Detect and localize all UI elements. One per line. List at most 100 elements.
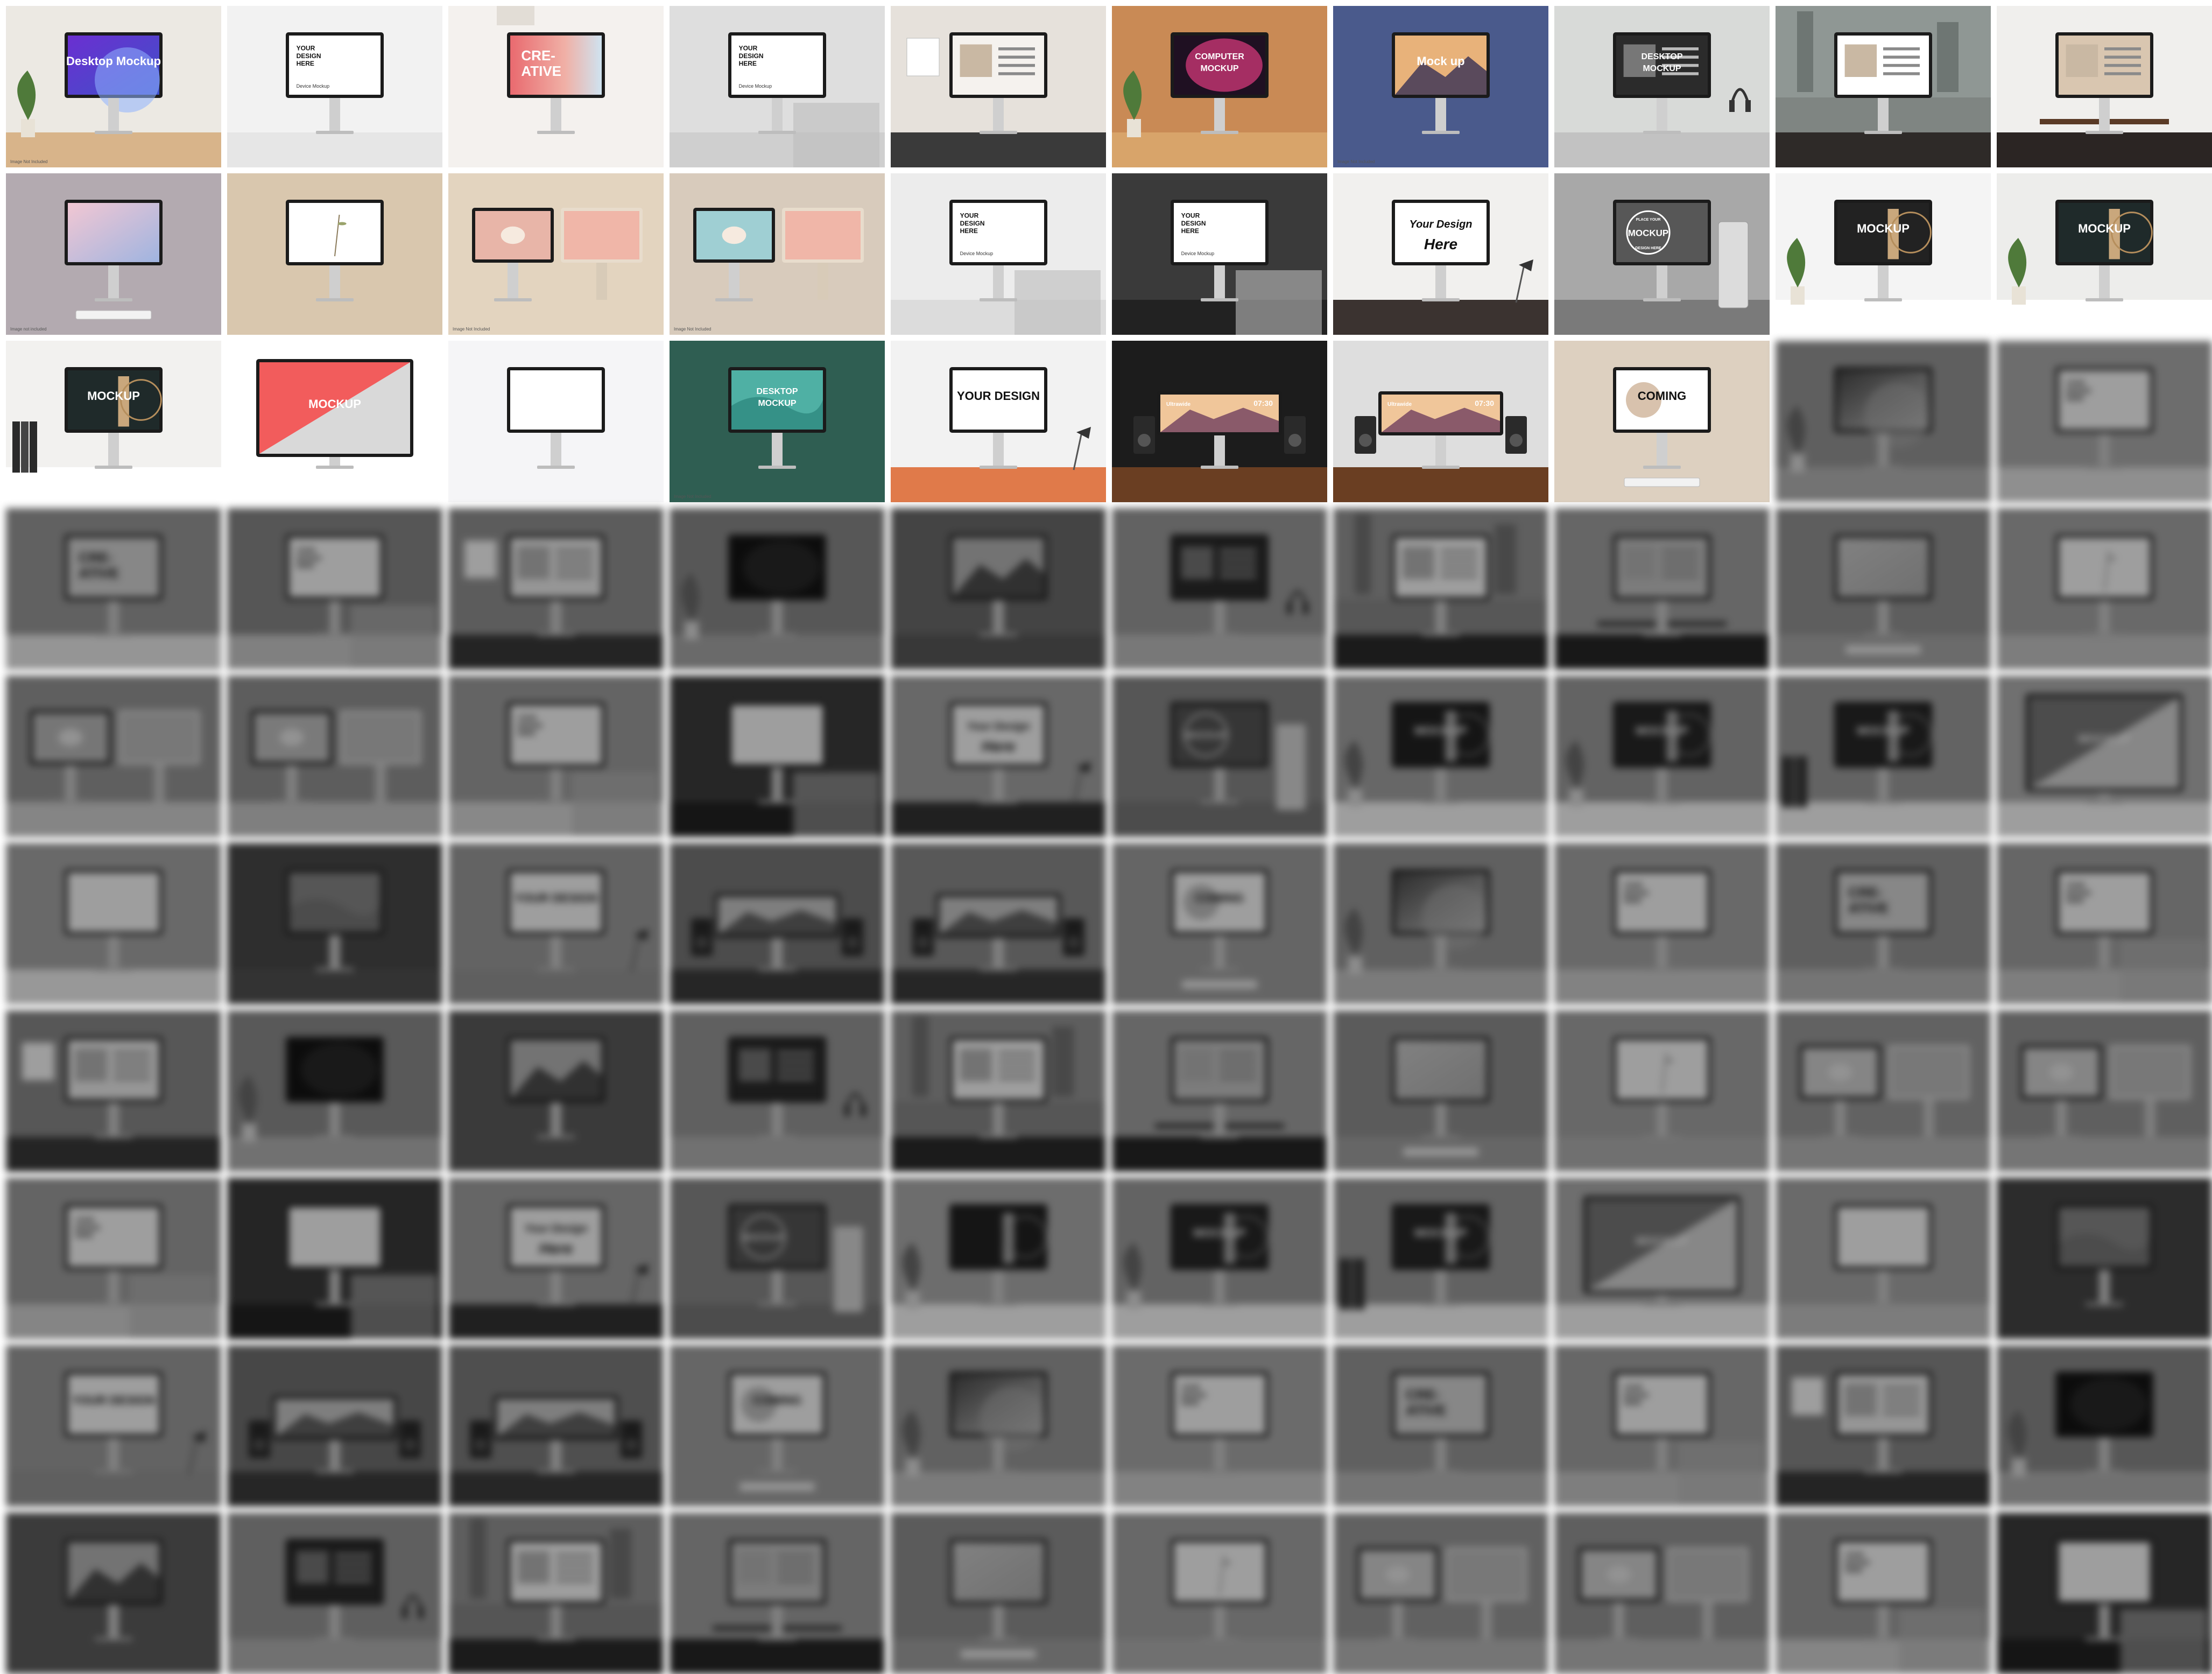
- mockup-thumbnail[interactable]: MOCKUP: [1333, 676, 1548, 837]
- mockup-thumbnail[interactable]: [891, 1010, 1106, 1172]
- mockup-thumbnail[interactable]: [1776, 1010, 1991, 1172]
- mockup-thumbnail[interactable]: [1776, 508, 1991, 670]
- mockup-thumbnail[interactable]: Ultrawide 07:30: [1333, 341, 1548, 502]
- mockup-thumbnail[interactable]: YOUR DESIGN HERE: [1997, 843, 2212, 1004]
- mockup-thumbnail[interactable]: [670, 1513, 885, 1674]
- mockup-thumbnail[interactable]: YOUR DESIGN: [6, 1345, 221, 1507]
- mockup-thumbnail[interactable]: [227, 1010, 442, 1172]
- mockup-thumbnail[interactable]: Mock up Image Not Included: [1333, 6, 1548, 167]
- mockup-thumbnail[interactable]: [227, 1178, 442, 1339]
- mockup-thumbnail[interactable]: MOCKUP: [1333, 1178, 1548, 1339]
- mockup-thumbnail[interactable]: Image Not Included: [448, 173, 664, 335]
- mockup-thumbnail[interactable]: MOCKUP: [227, 341, 442, 502]
- mockup-thumbnail[interactable]: CRE- ATIVE: [1333, 1345, 1548, 1507]
- mockup-thumbnail[interactable]: YOUR DESIGN HERE Device Mockup: [670, 6, 885, 167]
- mockup-thumbnail[interactable]: [227, 173, 442, 335]
- mockup-thumbnail[interactable]: MOCKUP: [1112, 1178, 1327, 1339]
- mockup-thumbnail[interactable]: COMPUTER MOCKUP: [1112, 6, 1327, 167]
- mockup-thumbnail[interactable]: [1776, 1178, 1991, 1339]
- mockup-thumbnail[interactable]: [1333, 1513, 1548, 1674]
- mockup-thumbnail[interactable]: [670, 676, 885, 837]
- mockup-thumbnail[interactable]: [891, 1345, 1106, 1507]
- mockup-thumbnail[interactable]: YOUR DESIGN HERE: [448, 676, 664, 837]
- mockup-thumbnail[interactable]: DESKTOP MOCKUP: [1554, 6, 1770, 167]
- mockup-thumbnail[interactable]: YOUR DESIGN HERE: [1776, 1513, 1991, 1674]
- mockup-thumbnail[interactable]: YOUR DESIGN HERE Device Mockup: [227, 6, 442, 167]
- mockup-thumbnail[interactable]: MOCKUP: [6, 341, 221, 502]
- mockup-thumbnail[interactable]: YOUR DESIGN HERE: [1112, 1345, 1327, 1507]
- mockup-thumbnail[interactable]: [1333, 508, 1548, 670]
- mockup-thumbnail[interactable]: MOCKUP: [1554, 1178, 1770, 1339]
- mockup-thumbnail[interactable]: [1112, 508, 1327, 670]
- mockup-thumbnail[interactable]: [1333, 1010, 1548, 1172]
- mockup-thumbnail[interactable]: [891, 843, 1106, 1004]
- mockup-thumbnail[interactable]: [1554, 1513, 1770, 1674]
- mockup-thumbnail[interactable]: [448, 1010, 664, 1172]
- mockup-thumbnail[interactable]: [891, 6, 1106, 167]
- mockup-thumbnail[interactable]: Image Not Included: [670, 173, 885, 335]
- mockup-thumbnail[interactable]: [891, 1178, 1106, 1339]
- mockup-thumbnail[interactable]: YOUR DESIGN HERE: [1997, 341, 2212, 502]
- mockup-thumbnail[interactable]: [1333, 843, 1548, 1004]
- mockup-thumbnail[interactable]: [1776, 1345, 1991, 1507]
- mockup-thumbnail[interactable]: Desktop Mockup Image Not Included: [6, 6, 221, 167]
- mockup-thumbnail[interactable]: MOCKUP: [1776, 676, 1991, 837]
- mockup-thumbnail[interactable]: [1997, 1010, 2212, 1172]
- mockup-thumbnail[interactable]: [891, 508, 1106, 670]
- mockup-thumbnail[interactable]: [6, 843, 221, 1004]
- mockup-thumbnail[interactable]: [227, 1513, 442, 1674]
- mockup-thumbnail[interactable]: YOUR DESIGN HERE Device Mockup: [1112, 173, 1327, 335]
- mockup-thumbnail[interactable]: [227, 1345, 442, 1507]
- mockup-thumbnail[interactable]: Ultrawide 07:30: [1112, 341, 1327, 502]
- mockup-thumbnail[interactable]: MOCKUP: [1112, 676, 1327, 837]
- mockup-thumbnail[interactable]: [1112, 1010, 1327, 1172]
- mockup-thumbnail[interactable]: MOCKUP: [1997, 676, 2212, 837]
- mockup-thumbnail[interactable]: YOUR DESIGN HERE: [1554, 1345, 1770, 1507]
- mockup-thumbnail[interactable]: [1554, 508, 1770, 670]
- mockup-thumbnail[interactable]: [1997, 508, 2212, 670]
- mockup-thumbnail[interactable]: YOUR DESIGN: [891, 341, 1106, 502]
- mockup-thumbnail[interactable]: YOUR DESIGN HERE Device Mockup: [891, 173, 1106, 335]
- mockup-thumbnail[interactable]: YOUR DESIGN HERE: [1554, 843, 1770, 1004]
- mockup-thumbnail[interactable]: [6, 1513, 221, 1674]
- mockup-thumbnail[interactable]: [448, 508, 664, 670]
- mockup-thumbnail[interactable]: [1997, 1178, 2212, 1339]
- mockup-thumbnail[interactable]: [670, 508, 885, 670]
- mockup-thumbnail[interactable]: [670, 1010, 885, 1172]
- mockup-thumbnail[interactable]: MOCKUP PLACE YOUR DESIGN HERE: [1554, 173, 1770, 335]
- mockup-thumbnail[interactable]: [227, 676, 442, 837]
- mockup-thumbnail[interactable]: [1776, 6, 1991, 167]
- mockup-thumbnail[interactable]: [1776, 341, 1991, 502]
- mockup-thumbnail[interactable]: YOUR DESIGN: [448, 843, 664, 1004]
- mockup-thumbnail[interactable]: [1112, 1513, 1327, 1674]
- mockup-thumbnail[interactable]: [670, 843, 885, 1004]
- mockup-thumbnail[interactable]: MOCKUP: [670, 1178, 885, 1339]
- mockup-thumbnail[interactable]: CRE- ATIVE: [1776, 843, 1991, 1004]
- mockup-thumbnail[interactable]: Your Design Here: [448, 1178, 664, 1339]
- mockup-thumbnail[interactable]: DESKTOP MOCKUP Image Not Included: [670, 341, 885, 502]
- mockup-thumbnail[interactable]: [1997, 6, 2212, 167]
- mockup-thumbnail[interactable]: [6, 1010, 221, 1172]
- mockup-thumbnail[interactable]: Image not included: [6, 173, 221, 335]
- mockup-thumbnail[interactable]: COMING: [670, 1345, 885, 1507]
- mockup-thumbnail[interactable]: [448, 1513, 664, 1674]
- mockup-thumbnail[interactable]: YOUR DESIGN HERE: [6, 1178, 221, 1339]
- mockup-thumbnail[interactable]: [448, 341, 664, 502]
- mockup-thumbnail[interactable]: [6, 676, 221, 837]
- mockup-thumbnail[interactable]: COMING: [1554, 341, 1770, 502]
- mockup-thumbnail[interactable]: [1997, 1513, 2212, 1674]
- mockup-thumbnail[interactable]: [448, 1345, 664, 1507]
- mockup-thumbnail[interactable]: Your Design Here: [891, 676, 1106, 837]
- mockup-thumbnail[interactable]: [1997, 1345, 2212, 1507]
- mockup-thumbnail[interactable]: MOCKUP: [1997, 173, 2212, 335]
- mockup-thumbnail[interactable]: [227, 843, 442, 1004]
- mockup-thumbnail[interactable]: CRE- ATIVE: [448, 6, 664, 167]
- mockup-thumbnail[interactable]: MOCKUP: [1554, 676, 1770, 837]
- mockup-thumbnail[interactable]: [891, 1513, 1106, 1674]
- mockup-thumbnail[interactable]: Your Design Here: [1333, 173, 1548, 335]
- mockup-thumbnail[interactable]: COMING: [1112, 843, 1327, 1004]
- mockup-thumbnail[interactable]: [1554, 1010, 1770, 1172]
- mockup-thumbnail[interactable]: CRE- ATIVE: [6, 508, 221, 670]
- mockup-thumbnail[interactable]: MOCKUP: [1776, 173, 1991, 335]
- mockup-thumbnail[interactable]: YOUR DESIGN HERE: [227, 508, 442, 670]
